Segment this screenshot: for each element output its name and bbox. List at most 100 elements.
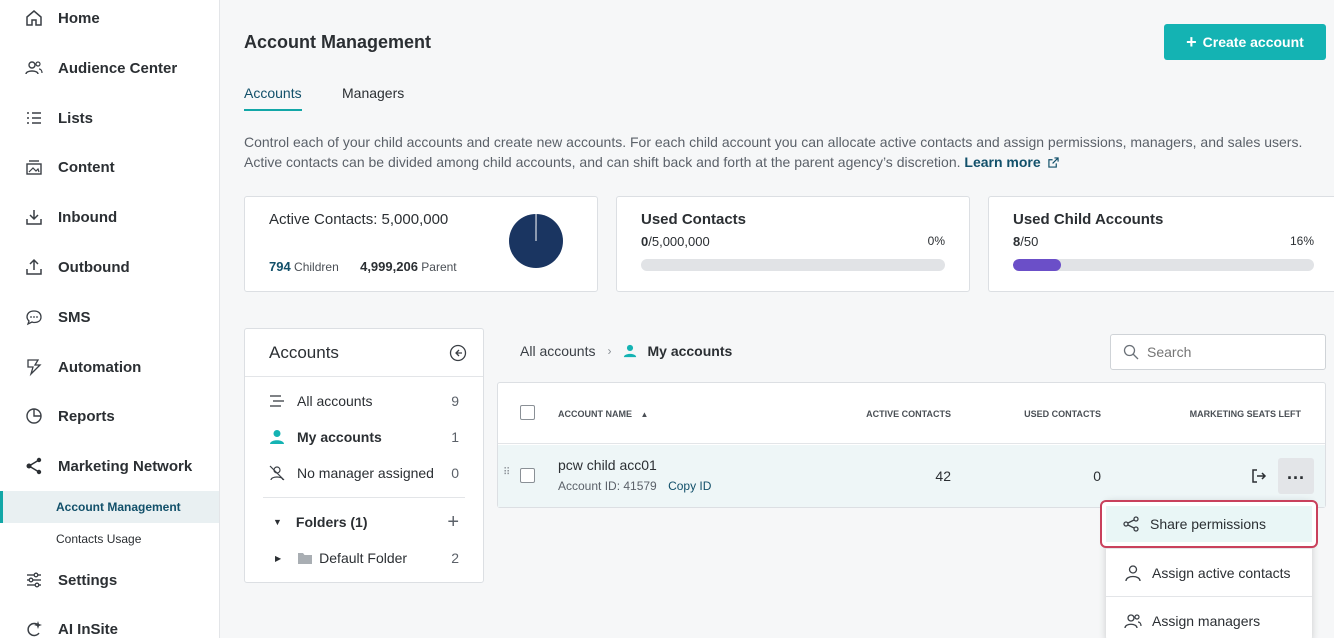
sidebar-item-label: Audience Center bbox=[58, 59, 178, 77]
filter-label: All accounts bbox=[297, 393, 373, 409]
menu-item-share-permissions-inner: Share permissions bbox=[1106, 506, 1312, 542]
person-filled-icon bbox=[624, 344, 637, 358]
filter-my-accounts[interactable]: My accounts 1 bbox=[245, 419, 483, 455]
chevron-right-icon: › bbox=[607, 344, 612, 358]
breadcrumb-all-accounts[interactable]: All accounts bbox=[520, 343, 595, 359]
used-contacts-title: Used Contacts bbox=[641, 211, 747, 228]
column-marketing-seats-left[interactable]: Marketing seats left bbox=[1190, 409, 1301, 419]
sidebar-item-label: SMS bbox=[58, 308, 91, 326]
sidebar-subitem-contacts-usage[interactable]: Contacts Usage bbox=[0, 523, 219, 555]
filter-all-accounts[interactable]: All accounts 9 bbox=[245, 383, 483, 419]
add-folder-icon[interactable]: + bbox=[447, 511, 459, 534]
parent-label: Parent bbox=[421, 260, 457, 274]
active-contacts-cell: 42 bbox=[935, 468, 951, 484]
children-value: 794 bbox=[269, 259, 291, 274]
select-all-checkbox[interactable] bbox=[520, 405, 535, 420]
table-row[interactable]: ⠿ pcw child acc01 Account ID: 41579 Copy… bbox=[498, 445, 1325, 507]
main-content: Account Management + Create account Acco… bbox=[220, 0, 1334, 638]
used-child-progress-fill bbox=[1013, 259, 1062, 271]
used-child-accounts-count: 8/50 bbox=[1013, 234, 1038, 249]
sidebar-item-inbound[interactable]: Inbound bbox=[0, 192, 219, 242]
drag-handle-icon[interactable]: ⠿ bbox=[503, 467, 510, 478]
copy-id-link[interactable]: Copy ID bbox=[668, 479, 711, 493]
sidebar-item-label: Outbound bbox=[58, 258, 130, 276]
person-slash-icon bbox=[269, 465, 285, 481]
learn-more-link[interactable]: Learn more bbox=[964, 154, 1059, 170]
children-parent-breakdown: 794 Children 4,999,206 Parent bbox=[269, 259, 457, 274]
used-child-progress bbox=[1013, 259, 1314, 271]
account-name[interactable]: pcw child acc01 bbox=[558, 457, 657, 473]
folder-default[interactable]: ▶ Default Folder 2 bbox=[245, 540, 483, 576]
network-icon bbox=[26, 457, 42, 475]
caret-down-icon: ▼ bbox=[273, 517, 282, 527]
column-account-name[interactable]: Account name ▲ bbox=[558, 409, 648, 419]
folder-icon bbox=[298, 553, 313, 564]
sidebar-item-content[interactable]: Content bbox=[0, 142, 219, 192]
accounts-panel-header: Accounts bbox=[245, 329, 483, 377]
person-icon bbox=[1125, 564, 1141, 581]
used-child-accounts-card: Used Child Accounts 8/50 16% bbox=[988, 196, 1334, 292]
accounts-panel-title: Accounts bbox=[269, 342, 339, 362]
sidebar-item-label: Settings bbox=[58, 571, 118, 589]
column-used-contacts[interactable]: Used contacts bbox=[1024, 409, 1101, 419]
more-dots-icon: ... bbox=[1286, 463, 1305, 483]
login-account-icon[interactable] bbox=[1250, 467, 1268, 485]
menu-item-share-permissions[interactable]: Share permissions bbox=[1100, 500, 1318, 548]
search-input[interactable] bbox=[1147, 344, 1317, 360]
share-icon bbox=[1123, 516, 1139, 532]
sidebar-subitem-account-management[interactable]: Account Management bbox=[0, 491, 219, 523]
row-checkbox[interactable] bbox=[520, 468, 535, 483]
parent-value: 4,999,206 bbox=[360, 259, 418, 274]
tab-managers[interactable]: Managers bbox=[342, 85, 404, 109]
sidebar-item-settings[interactable]: Settings bbox=[0, 555, 219, 605]
search-icon bbox=[1123, 344, 1139, 360]
content-icon bbox=[26, 160, 42, 175]
account-id-line: Account ID: 41579 Copy ID bbox=[558, 479, 711, 493]
sidebar-item-sms[interactable]: SMS bbox=[0, 292, 219, 342]
sidebar-item-label: Content bbox=[58, 158, 115, 176]
column-active-contacts[interactable]: Active contacts bbox=[866, 409, 951, 419]
active-contacts-title: Active Contacts: 5,000,000 bbox=[269, 211, 449, 228]
sidebar-item-ai-insite[interactable]: AI InSite bbox=[0, 604, 219, 638]
sidebar-item-label: Marketing Network bbox=[58, 457, 193, 475]
filter-count: 1 bbox=[451, 429, 459, 445]
sidebar-item-home[interactable]: Home bbox=[0, 0, 219, 43]
menu-item-assign-managers[interactable]: Assign managers bbox=[1106, 596, 1312, 638]
folder-count: 2 bbox=[451, 550, 459, 566]
sidebar-item-outbound[interactable]: Outbound bbox=[0, 242, 219, 292]
children-label: Children bbox=[294, 260, 339, 274]
sidebar-item-label: Reports bbox=[58, 407, 115, 425]
sort-ascending-icon: ▲ bbox=[640, 410, 649, 419]
external-link-icon bbox=[1047, 157, 1059, 168]
contacts-pie-chart bbox=[509, 213, 563, 268]
account-id: Account ID: 41579 bbox=[558, 479, 657, 493]
filter-no-manager[interactable]: No manager assigned 0 bbox=[245, 455, 483, 491]
sidebar-item-reports[interactable]: Reports bbox=[0, 391, 219, 441]
tab-accounts[interactable]: Accounts bbox=[244, 85, 302, 111]
more-actions-button[interactable]: ... bbox=[1278, 458, 1314, 494]
actions-menu: Share permissions Assign active contacts… bbox=[1100, 500, 1318, 638]
sidebar-item-audience-center[interactable]: Audience Center bbox=[0, 43, 219, 93]
ai-icon bbox=[27, 621, 42, 637]
used-contacts-count: 0/5,000,000 bbox=[641, 234, 710, 249]
used-contacts-progress bbox=[641, 259, 945, 271]
sidebar-item-marketing-network[interactable]: Marketing Network bbox=[0, 441, 219, 491]
plus-icon: + bbox=[1186, 31, 1197, 52]
create-account-button[interactable]: + Create account bbox=[1164, 24, 1326, 60]
sidebar: Home Audience Center Lists Content Inbou… bbox=[0, 0, 220, 638]
sidebar-item-automation[interactable]: Automation bbox=[0, 342, 219, 392]
collapse-panel-icon[interactable] bbox=[449, 344, 467, 362]
sidebar-item-lists[interactable]: Lists bbox=[0, 93, 219, 143]
caret-right-icon: ▶ bbox=[275, 553, 282, 563]
used-child-percent: 16% bbox=[1289, 234, 1314, 248]
used-contacts-card: Used Contacts 0/5,000,000 0% bbox=[616, 196, 970, 292]
person-filled-icon bbox=[270, 430, 284, 444]
folders-header[interactable]: ▼ Folders (1) + bbox=[245, 504, 483, 540]
breadcrumb-current: My accounts bbox=[647, 343, 733, 359]
list-icon bbox=[27, 112, 41, 124]
search-box[interactable] bbox=[1110, 334, 1326, 370]
menu-item-label: Assign active contacts bbox=[1152, 564, 1291, 581]
menu-item-assign-active-contacts[interactable]: Assign active contacts bbox=[1106, 548, 1312, 596]
automation-icon bbox=[27, 359, 42, 377]
table-header: Account name ▲ Active contacts Used cont… bbox=[498, 383, 1325, 444]
